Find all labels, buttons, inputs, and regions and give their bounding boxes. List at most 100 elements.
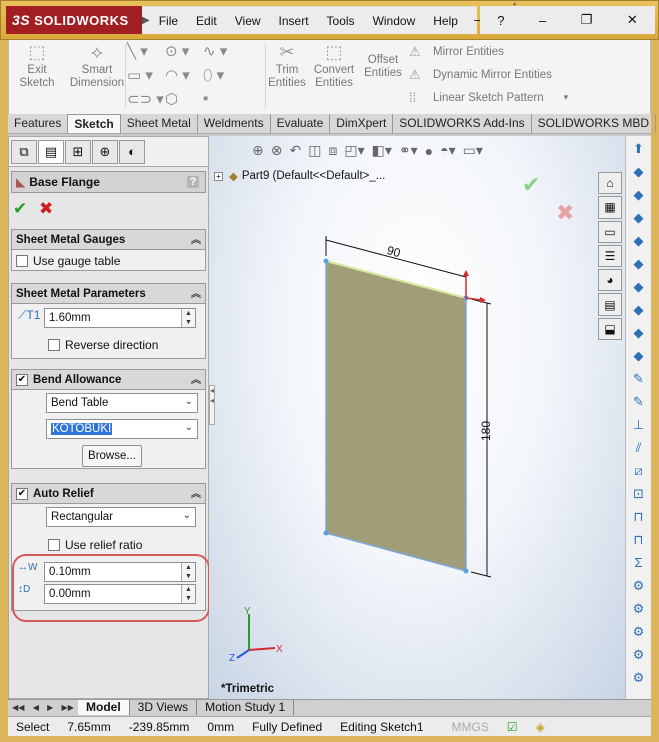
dimension-width-text[interactable]: 90	[385, 243, 402, 260]
thickness-spinner[interactable]: ▲ ▼	[181, 309, 195, 327]
tab-dimxpert[interactable]: DimXpert	[330, 114, 394, 133]
tab-features[interactable]: Features	[8, 114, 69, 133]
cube-icon[interactable]: ◆	[629, 277, 649, 297]
menu-view[interactable]: View	[226, 14, 270, 28]
feature-manager-icon[interactable]: ⧉	[11, 139, 37, 164]
parameters-group-title[interactable]: Sheet Metal Parameters ︽	[12, 284, 205, 304]
line-icon[interactable]: ╲ ▾	[127, 42, 165, 60]
cube-icon[interactable]: ◆	[629, 323, 649, 343]
menu-edit[interactable]: Edit	[187, 14, 226, 28]
checkbox-icon[interactable]	[48, 539, 60, 551]
circle-icon[interactable]: ⊙ ▾	[165, 42, 203, 60]
tab-weldments[interactable]: Weldments	[198, 114, 271, 133]
ellipse-icon[interactable]: ⬯ ▾	[203, 66, 241, 84]
property-manager-icon[interactable]: ▤	[38, 139, 64, 164]
smart-dimension-button[interactable]: ⟡ Smart Dimension	[67, 42, 127, 90]
relief-type-select[interactable]: Rectangular ⌄	[46, 507, 196, 527]
tool-icon[interactable]: ⚙	[629, 599, 649, 619]
collapse-icon[interactable]: ︽	[191, 485, 201, 500]
menu-tools[interactable]: Tools	[318, 14, 364, 28]
convert-entities-button[interactable]: ⬚ Convert Entities	[311, 42, 357, 90]
next-tab-icon[interactable]: ▶	[47, 703, 53, 712]
status-units[interactable]: MMGS	[452, 720, 489, 734]
restore-button[interactable]: ❐	[581, 12, 593, 28]
relation-icon[interactable]: ⧄	[629, 461, 649, 481]
ok-button[interactable]: ✔	[13, 199, 27, 219]
menu-window[interactable]: Window	[364, 14, 425, 28]
sigma-icon[interactable]: Σ	[629, 553, 649, 573]
step-icon[interactable]: ⊓	[629, 530, 649, 550]
use-relief-ratio-checkbox[interactable]: Use relief ratio	[48, 538, 142, 552]
sketch-point[interactable]	[323, 530, 329, 536]
gauges-group-title[interactable]: Sheet Metal Gauges ︽	[12, 230, 205, 250]
menu-expand-icon[interactable]: ▶	[142, 15, 150, 26]
dimension-icon[interactable]: ⊡	[629, 484, 649, 504]
bend-table-select[interactable]: KOTOBUKI ⌄	[46, 419, 198, 439]
first-tab-icon[interactable]: ◀◀	[12, 703, 24, 712]
trim-entities-button[interactable]: ✂ Trim Entities	[267, 42, 307, 90]
close-button[interactable]: ✕	[627, 12, 638, 28]
collapse-icon[interactable]: ︽	[191, 231, 201, 246]
base-flange-plate[interactable]	[325, 260, 467, 572]
minimize-button[interactable]: –	[539, 13, 546, 28]
library-icon[interactable]: ☰	[598, 244, 622, 268]
tab-navigation[interactable]: ◀◀ ◀ ▶ ▶▶	[8, 703, 78, 712]
cube-icon[interactable]: ◆	[629, 208, 649, 228]
tab-motion-study[interactable]: Motion Study 1	[197, 700, 295, 715]
wrench-icon[interactable]: ✎	[629, 392, 649, 412]
spline-icon[interactable]: ∿ ▾	[203, 42, 241, 60]
relation-icon[interactable]: ⊥	[629, 415, 649, 435]
point-icon[interactable]: ▪	[203, 90, 241, 108]
cube-icon[interactable]: ◆	[629, 231, 649, 251]
cube-icon[interactable]: ◆	[629, 162, 649, 182]
cancel-button[interactable]: ✖	[39, 199, 53, 219]
last-tab-icon[interactable]: ▶▶	[62, 703, 74, 712]
tool-icon[interactable]: ⚙	[629, 668, 649, 688]
step-icon[interactable]: ⊓	[629, 507, 649, 527]
resources-icon[interactable]: ▦	[598, 196, 622, 219]
up-arrow-icon[interactable]: ⬆	[629, 139, 649, 159]
help-icon[interactable]: ?	[497, 13, 504, 28]
checkbox-icon[interactable]	[16, 255, 28, 267]
tab-addins[interactable]: SOLIDWORKS Add-Ins	[393, 114, 532, 133]
exit-sketch-button[interactable]: ⬚ Exit Sketch	[15, 42, 59, 90]
tab-sheet-metal[interactable]: Sheet Metal	[121, 114, 198, 133]
tool-icon[interactable]: ⚙	[629, 622, 649, 642]
bend-allowance-checkbox[interactable]: ✔	[16, 373, 28, 386]
bend-allowance-type-select[interactable]: Bend Table ⌄	[46, 393, 198, 413]
help-icon[interactable]: ?	[187, 176, 199, 188]
folder-icon[interactable]: ▭	[598, 220, 622, 243]
arc-icon[interactable]: ◠ ▾	[165, 66, 203, 84]
checkbox-icon[interactable]	[48, 339, 60, 351]
collapse-icon[interactable]: ︽	[191, 371, 201, 386]
menu-file[interactable]: File	[150, 14, 187, 28]
wrench-icon[interactable]: ✎	[629, 369, 649, 389]
solidworks-logo[interactable]: 3S SOLIDWORKS	[6, 6, 142, 34]
dimension-height-text[interactable]: 180	[479, 421, 493, 441]
tab-mbd[interactable]: SOLIDWORKS MBD	[532, 114, 657, 133]
home-icon[interactable]: ⌂	[598, 172, 622, 195]
menu-help[interactable]: Help	[424, 14, 467, 28]
cube-icon[interactable]: ◆	[629, 254, 649, 274]
auto-relief-group-title[interactable]: ✔ Auto Relief ︽	[12, 484, 205, 504]
tool-icon[interactable]: ⚙	[629, 645, 649, 665]
offset-entities-button[interactable]: Offset Entities	[363, 54, 403, 80]
properties-icon[interactable]: ▤	[598, 293, 622, 316]
cube-icon[interactable]: ◆	[629, 300, 649, 320]
appearances-icon[interactable]: ◕	[598, 269, 622, 292]
reverse-direction-checkbox[interactable]: Reverse direction	[48, 338, 158, 352]
bend-allowance-group-title[interactable]: ✔ Bend Allowance ︽	[12, 370, 205, 390]
tab-model[interactable]: Model	[78, 700, 130, 715]
use-gauge-table-checkbox[interactable]: Use gauge table	[16, 254, 120, 268]
prev-tab-icon[interactable]: ◀	[33, 703, 39, 712]
thickness-field[interactable]: 1.60mm ▲ ▼	[44, 308, 196, 328]
sketch-point[interactable]	[463, 568, 469, 574]
rebuild-icon[interactable]: ☑	[507, 720, 518, 734]
relation-icon[interactable]: ⫽	[629, 438, 649, 458]
rectangle-icon[interactable]: ▭ ▾	[127, 66, 165, 84]
display-manager-icon[interactable]: ◐	[119, 139, 145, 164]
configuration-manager-icon[interactable]: ⊞	[65, 139, 91, 164]
collapse-icon[interactable]: ︽	[191, 285, 201, 300]
forum-icon[interactable]: ⬓	[598, 317, 622, 340]
menu-insert[interactable]: Insert	[270, 14, 318, 28]
